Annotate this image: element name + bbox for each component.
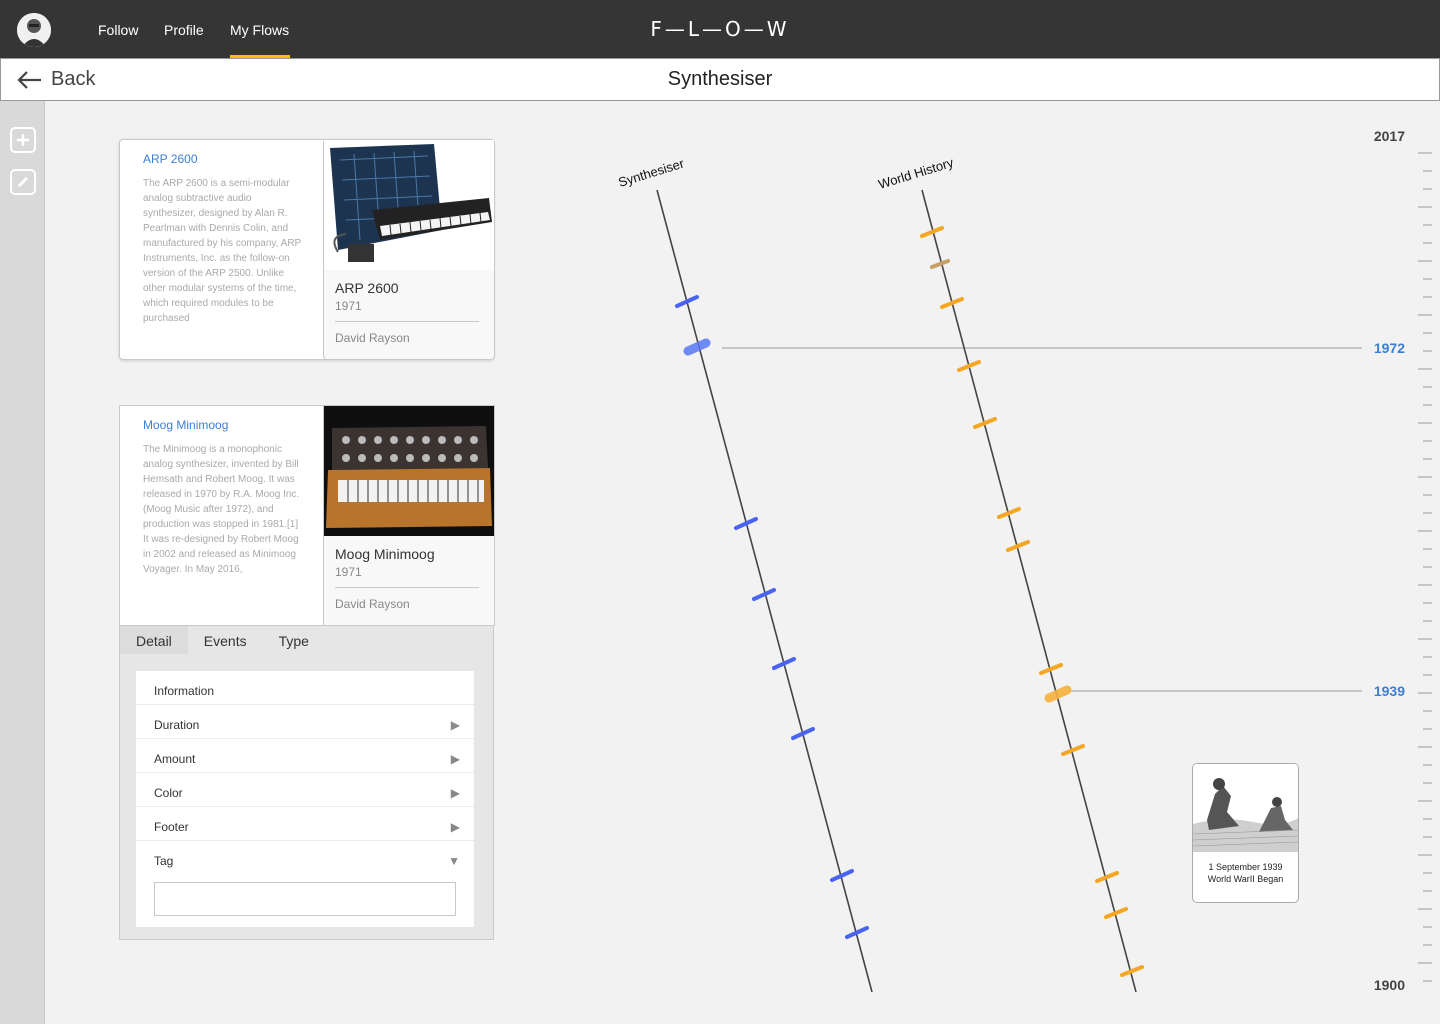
event-image	[1193, 764, 1298, 852]
page-title: Synthesiser	[667, 68, 773, 90]
flow-label-synthesiser[interactable]: Synthesiser	[616, 155, 686, 189]
title-bar: Back Synthesiser	[0, 58, 1440, 101]
flow-line-synthesiser	[656, 189, 873, 993]
flow-label-world-history[interactable]: World History	[876, 155, 955, 192]
year-label-end: 2017	[1374, 128, 1405, 144]
event-title: World WarII Began	[1207, 874, 1284, 884]
flow-line-world-history	[921, 189, 1137, 993]
event-marker-selected[interactable]	[683, 338, 711, 356]
event-marker[interactable]	[1120, 965, 1144, 977]
brand-logo: F—L—O—W	[650, 17, 790, 41]
year-label-start: 1900	[1374, 977, 1405, 993]
event-marker-selected[interactable]	[1044, 685, 1072, 703]
top-navigation-bar: Follow Profile My Flows F—L—O—W	[0, 0, 1440, 58]
event-marker[interactable]	[1095, 871, 1119, 883]
event-preview-card[interactable]: 1 September 1939 World WarII Began	[1192, 763, 1299, 903]
event-date: 1 September 1939	[1208, 862, 1283, 872]
event-caption: 1 September 1939 World WarII Began	[1193, 861, 1298, 885]
year-ruler	[1418, 152, 1432, 982]
event-marker[interactable]	[930, 259, 950, 269]
highlight-year-1939[interactable]: 1939	[1374, 683, 1405, 699]
highlight-year-1972[interactable]: 1972	[1374, 340, 1405, 356]
